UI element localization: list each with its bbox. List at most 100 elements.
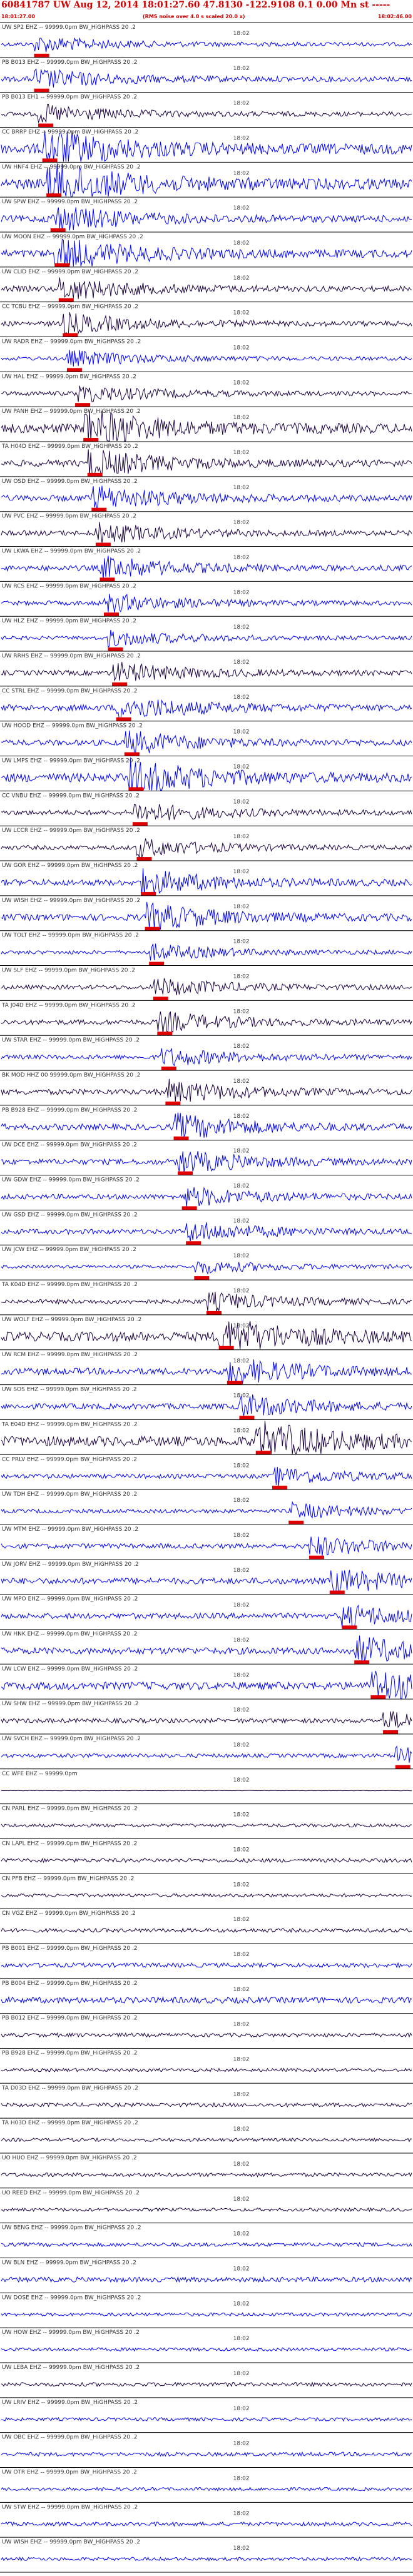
trace-row: PB B013 EHZ -- 99999.0pm BW_HiGHPASS 20 … — [0, 57, 413, 93]
pick-marker — [50, 228, 66, 233]
trace-row: UW PVC EHZ -- 99999.0pm BW_HiGHPASS 20 .… — [0, 511, 413, 547]
pick-marker — [136, 857, 152, 861]
trace-row: UW MPO EHZ -- 99999.0pm BW_HiGHPASS 20 .… — [0, 1594, 413, 1630]
pick-marker — [153, 996, 168, 1001]
trace-label: UW SHW EHZ -- 99999.0pm BW_HiGHPASS 20 .… — [2, 1701, 138, 1707]
pick-marker — [38, 123, 54, 128]
time-tick-label: 18:02 — [233, 904, 250, 910]
time-tick-label: 18:02 — [233, 694, 250, 701]
trace-label: UO HUO EHZ -- 99999.0pm BW_HiGHPASS 20 .… — [2, 2155, 137, 2161]
waveform-line — [1, 2276, 412, 2283]
time-tick-label: 18:02 — [233, 555, 250, 561]
trace-label: UW RCS EHZ -- 99999.0pm BW_HiGHPASS 20 .… — [2, 583, 136, 589]
time-tick-label: 18:02 — [233, 1393, 250, 1399]
trace-label: UW LCCR EHZ -- 99999.0pm BW_HiGHPASS 20 … — [2, 828, 140, 834]
time-tick-label: 18:02 — [233, 2510, 250, 2517]
time-tick-label: 18:02 — [233, 1533, 250, 1539]
waveform-line — [1, 1536, 412, 1556]
waveform-line — [1, 410, 412, 442]
waveform-line — [1, 1635, 412, 1662]
trace-row: TA K04D EHZ -- 99999.0pm BW_HiGHPASS 20 … — [0, 1279, 413, 1315]
trace-row: UW DCE EHZ -- 99999.0pm BW_HiGHPASS 20 .… — [0, 1140, 413, 1175]
pick-marker — [173, 1136, 189, 1140]
waveform-line — [1, 522, 412, 544]
time-tick-label: 18:02 — [233, 834, 250, 840]
waveform-line — [1, 1011, 412, 1033]
time-tick-label: 18:02 — [233, 415, 250, 421]
trace-label: UW WOLF EHZ -- 99999.0pm BW_HiGHPASS 20 … — [2, 1317, 141, 1323]
trace-label: PB B013 EHZ -- 99999.0pm BW_HiGHPASS 20 … — [2, 59, 138, 66]
trace-label: UW HOOD EHZ -- 99999.0pm BW_HiGHPASS 20 … — [2, 723, 143, 729]
waveform-line — [1, 68, 412, 88]
waveform-line — [1, 1222, 412, 1242]
time-tick-label: 18:02 — [233, 1043, 250, 1050]
trace-label: UW BENG EHZ -- 99999.0pm BW_HiGHPASS 20 … — [2, 2225, 141, 2231]
time-tick-label: 18:02 — [233, 1218, 250, 1224]
trace-row: UW CLID EHZ -- 99999.0pm BW_HiGHPASS 20 … — [0, 266, 413, 302]
trace-label: UW MOON EHZ -- 99999.0pm BW_HiGHPASS 20 … — [2, 234, 143, 240]
trace-label: TA K04D EHZ -- 99999.0pm BW_HiGHPASS 20 … — [1, 1282, 138, 1288]
pick-marker — [132, 822, 148, 826]
time-tick-label: 18:02 — [233, 939, 250, 945]
waveform-line — [1, 1187, 412, 1207]
trace-row: UW WISH EHZ -- 99999.0pm BW_HiGHPASS 20 … — [0, 2537, 413, 2562]
time-tick-label: 18:02 — [233, 205, 250, 211]
waveform-line — [1, 1078, 412, 1102]
time-tick-label: 18:02 — [233, 1952, 250, 1958]
waveform-line — [1, 485, 412, 511]
time-tick-label: 18:02 — [233, 2371, 250, 2377]
pick-marker — [255, 1451, 271, 1455]
pick-marker — [58, 298, 74, 302]
trace-label: TA D03D EHZ -- 99999.0pm BW_HiGHPASS 20 … — [1, 2085, 138, 2091]
trace-label: UW GDW EHZ -- 99999.0pm BW_HiGHPASS 20 .… — [2, 1177, 140, 1184]
trace-label: CC BRRP EHZ -- 99999.0pm BW_HiGHPASS 20 … — [2, 129, 138, 136]
time-tick-label: 18:02 — [233, 380, 250, 386]
waveform-line — [1, 277, 412, 299]
time-tick-label: 18:02 — [233, 101, 250, 107]
waveform-line — [1, 2102, 412, 2108]
pick-marker — [145, 926, 160, 931]
trace-row: UW SVCH EHZ -- 99999.0pm BW_HiGHPASS 20 … — [0, 1733, 413, 1769]
trace-row: UW PANH EHZ -- 99999.0pm BW_HiGHPASS 20 … — [0, 406, 413, 442]
trace-label: CC STRL EHZ -- 99999.0pm BW_HiGHPASS 20 … — [2, 688, 138, 694]
pick-marker — [395, 1765, 410, 1769]
pick-marker — [87, 472, 103, 477]
waveform-line — [1, 2172, 412, 2178]
pick-marker — [370, 1695, 386, 1700]
trace-row: PB B928 EHZ -- 99999.0pm BW_HiGHPASS 20 … — [0, 1105, 413, 1140]
time-tick-label: 18:02 — [233, 520, 250, 526]
waveform-line — [1, 1112, 412, 1138]
trace-label: PB B001 EHZ -- 99999.0pm BW_HiGHPASS 20 … — [2, 1945, 138, 1952]
time-tick-label: 18:02 — [233, 2545, 250, 2552]
trace-label: UW BLN EHZ -- 99999.0pm BW_HiGHPASS 20 .… — [2, 2259, 136, 2266]
time-tick-label: 18:02 — [233, 2196, 250, 2203]
pick-marker — [218, 1346, 234, 1350]
trace-label: UW SPW EHZ -- 99999.0pm BW_HiGHPASS 20 .… — [2, 199, 138, 205]
trace-label: UW TDH EHZ -- 99999.0pm BW_HiGHPASS 20 .… — [2, 1491, 137, 1498]
pick-marker — [99, 577, 115, 582]
pick-marker — [34, 88, 49, 93]
time-tick-label: 18:02 — [233, 589, 250, 596]
trace-label: UW MTM EHZ -- 99999.0pm BW_HiGHPASS 20 .… — [2, 1526, 138, 1533]
waveform-line — [1, 1790, 412, 1792]
waveform-line — [1, 1569, 412, 1595]
trace-label: CN PARL EHZ -- 99999.0pm BW_HiGHPASS 20 … — [2, 1806, 138, 1812]
trace-label: CN LAPL EHZ -- 99999.0pm BW_HiGHPASS 20 … — [2, 1840, 137, 1847]
trace-label: UW HNF4 EHZ -- 99999.0pm BW_HiGHPASS 20 … — [2, 164, 140, 170]
waveform-line — [1, 1501, 412, 1519]
trace-row: UW RCM EHZ -- 99999.0pm BW_HiGHPASS 20 .… — [0, 1349, 413, 1385]
trace-label: UW JCW EHZ -- 99999.0pm BW_HiGHPASS 20 .… — [2, 1247, 136, 1253]
time-tick-label: 18:02 — [233, 1987, 250, 1993]
trace-row: UO HUO EHZ -- 99999.0pm BW_HiGHPASS 20 .… — [0, 2153, 413, 2178]
waveform-line — [1, 2137, 412, 2142]
trace-row: UW SPW EHZ -- 99999.0pm BW_HiGHPASS 20 .… — [0, 196, 413, 233]
waveform-line — [1, 978, 412, 995]
time-tick-label: 18:02 — [233, 1253, 250, 1259]
trace-label: UW RADR EHZ -- 99999.0pm BW_HiGHPASS 20 … — [2, 339, 141, 345]
trace-label: TA E04D EHZ -- 99999.0pm BW_HiGHPASS 20 … — [1, 1421, 138, 1427]
time-tick-label: 18:02 — [233, 485, 250, 491]
trace-row: UW WOLF EHZ -- 99999.0pm BW_HiGHPASS 20 … — [0, 1314, 413, 1350]
waveform-line — [1, 1261, 412, 1275]
waveform-line — [1, 1604, 412, 1628]
trace-label: CN PFB EHZ -- 99999.0pm BW_HiGHPASS 20 .… — [2, 1875, 134, 1882]
